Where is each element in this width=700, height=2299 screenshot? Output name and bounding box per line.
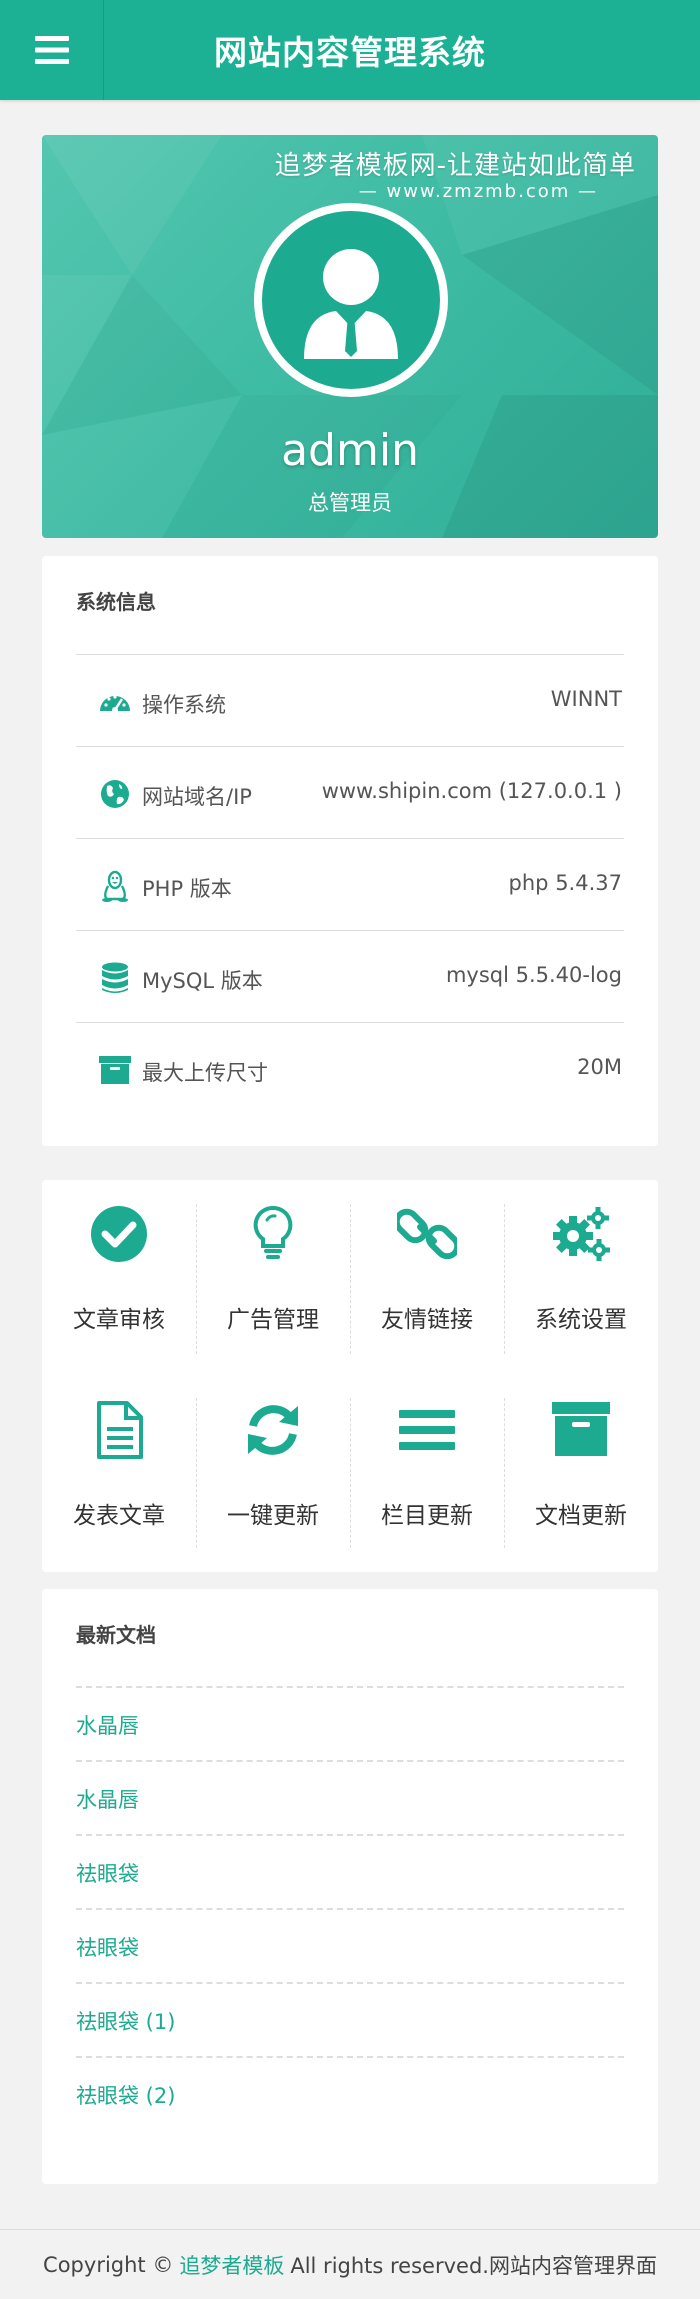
doc-link[interactable]: 水晶唇 xyxy=(76,1710,139,1740)
shortcut-label: 文档更新 xyxy=(535,1503,627,1529)
lightbulb-icon xyxy=(253,1205,293,1259)
doc-link[interactable]: 祛眼袋 (2) xyxy=(76,2080,175,2110)
system-info-row: 操作系统 WINNT xyxy=(76,654,624,746)
latest-docs-title: 最新文档 xyxy=(76,1623,156,1647)
gears-icon xyxy=(553,1207,610,1261)
shortcut-label: 一键更新 xyxy=(227,1503,319,1529)
shortcut-label: 友情链接 xyxy=(381,1307,473,1333)
shortcut-article-review[interactable]: 文章审核 xyxy=(42,1180,196,1350)
dashboard-icon xyxy=(100,695,130,713)
system-info-label: MySQL 版本 xyxy=(142,969,263,993)
system-info-value: www.shipin.com (127.0.0.1 ) xyxy=(321,779,622,803)
shortcut-label: 文章审核 xyxy=(73,1307,165,1333)
shortcut-one-click-update[interactable]: 一键更新 xyxy=(196,1376,350,1546)
avatar xyxy=(254,203,448,397)
profile-banner: 追梦者模板网-让建站如此简单 — www.zmzmb.com — admin 总… xyxy=(42,135,658,538)
system-info-value: WINNT xyxy=(550,687,622,711)
globe-icon xyxy=(101,780,129,808)
shortcut-document-update[interactable]: 文档更新 xyxy=(504,1376,658,1546)
user-icon xyxy=(304,249,398,359)
system-info-value: 20M xyxy=(577,1055,622,1079)
system-info-title: 系统信息 xyxy=(76,590,156,614)
archive-icon xyxy=(552,1402,610,1456)
shortcut-column-update[interactable]: 栏目更新 xyxy=(350,1376,504,1546)
banner-url: — www.zmzmb.com — xyxy=(358,181,598,202)
system-info-row: 网站域名/IP www.shipin.com (127.0.0.1 ) xyxy=(76,746,624,838)
doc-link[interactable]: 水晶唇 xyxy=(76,1784,139,1814)
shortcut-publish-article[interactable]: 发表文章 xyxy=(42,1376,196,1546)
chain-link-icon xyxy=(397,1208,457,1260)
username: admin xyxy=(281,425,419,476)
shortcut-label: 系统设置 xyxy=(535,1307,627,1333)
system-info-label: PHP 版本 xyxy=(142,877,232,901)
doc-link[interactable]: 祛眼袋 xyxy=(76,1932,139,1962)
shortcut-label: 发表文章 xyxy=(73,1503,165,1529)
system-info-value: mysql 5.5.40-log xyxy=(445,963,622,987)
shortcut-friend-links[interactable]: 友情链接 xyxy=(350,1180,504,1350)
system-info-label: 最大上传尺寸 xyxy=(142,1061,268,1085)
system-info-label: 网站域名/IP xyxy=(142,785,252,809)
bars-icon xyxy=(399,1410,455,1450)
top-bar: 网站内容管理系统 xyxy=(0,0,700,100)
system-info-card: 系统信息 操作系统 WINNT 网站域名/IP www.shipin.com (… xyxy=(42,556,658,1146)
doc-link[interactable]: 祛眼袋 (1) xyxy=(76,2006,175,2036)
system-info-value: php 5.4.37 xyxy=(508,871,622,895)
shortcut-system-settings[interactable]: 系统设置 xyxy=(504,1180,658,1350)
refresh-icon xyxy=(248,1405,298,1455)
latest-docs-card: 最新文档 水晶唇 水晶唇 祛眼袋 祛眼袋 祛眼袋 (1) 祛眼袋 (2) xyxy=(42,1589,658,2184)
database-icon xyxy=(102,962,128,993)
menu-button[interactable] xyxy=(0,0,104,100)
system-info-row: PHP 版本 php 5.4.37 xyxy=(76,838,624,930)
banner-title: 追梦者模板网-让建站如此简单 xyxy=(274,151,636,181)
check-circle-icon xyxy=(91,1206,147,1262)
document-icon xyxy=(97,1401,143,1459)
footer: Copyright © 追梦者模板 All rights reserved.网站… xyxy=(0,2229,700,2299)
doc-link[interactable]: 祛眼袋 xyxy=(76,1858,139,1888)
footer-rights: All rights reserved.网站内容管理界面 xyxy=(290,2253,657,2278)
footer-brand-link[interactable]: 追梦者模板 xyxy=(179,2250,284,2280)
shortcuts-card: 文章审核 广告管理 友情链接 系统设置 发表文章 一键更新 栏目更新 文档更新 xyxy=(42,1180,658,1572)
system-info-row: MySQL 版本 mysql 5.5.40-log xyxy=(76,930,624,1022)
system-info-label: 操作系统 xyxy=(142,693,226,717)
shortcut-ad-management[interactable]: 广告管理 xyxy=(196,1180,350,1350)
shortcut-label: 栏目更新 xyxy=(381,1503,473,1529)
shortcut-label: 广告管理 xyxy=(227,1307,319,1333)
footer-copyright: Copyright © xyxy=(43,2252,174,2277)
list-item: 祛眼袋 (1) xyxy=(76,1982,624,2056)
list-item: 水晶唇 xyxy=(76,1686,624,1760)
user-role: 总管理员 xyxy=(308,491,392,515)
system-info-row: 最大上传尺寸 20M xyxy=(76,1022,624,1114)
list-item: 祛眼袋 (2) xyxy=(76,2056,624,2130)
archive-icon xyxy=(99,1056,131,1084)
list-item: 祛眼袋 xyxy=(76,1834,624,1908)
list-item: 祛眼袋 xyxy=(76,1908,624,1982)
linux-icon xyxy=(102,870,128,902)
hamburger-icon xyxy=(34,36,69,64)
list-item: 水晶唇 xyxy=(76,1760,624,1834)
page-title: 网站内容管理系统 xyxy=(214,33,486,72)
